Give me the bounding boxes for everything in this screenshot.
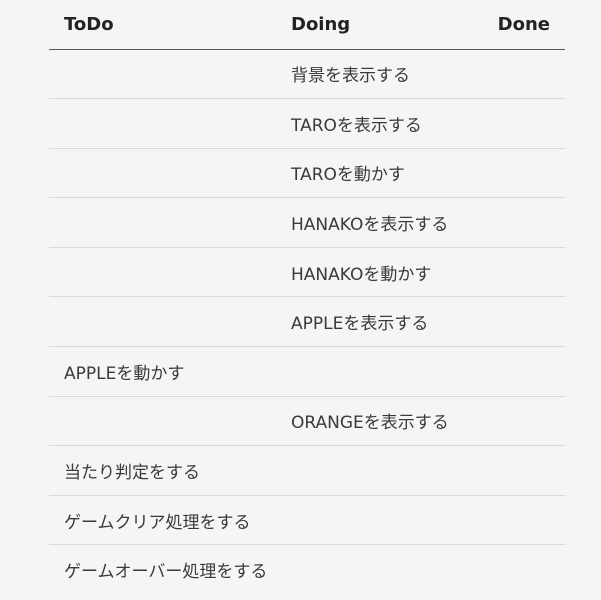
table-body: 背景を表示する TAROを表示する TAROを動かす HANAKOを表示する H xyxy=(49,49,565,595)
header-row: ToDo Doing Done xyxy=(49,0,565,50)
cell-done xyxy=(476,545,565,595)
table-row: HANAKOを表示する xyxy=(49,197,565,248)
column-header-doing: Doing xyxy=(276,0,476,50)
task-table: ToDo Doing Done 背景を表示する TAROを表示する TAROを動… xyxy=(49,0,565,595)
cell-todo xyxy=(49,396,276,447)
task-board: ToDo Doing Done 背景を表示する TAROを表示する TAROを動… xyxy=(49,0,565,595)
cell-doing: APPLEを表示する xyxy=(276,296,476,348)
cell-todo xyxy=(49,247,276,298)
cell-doing: HANAKOを表示する xyxy=(276,197,476,248)
column-header-todo: ToDo xyxy=(49,0,276,50)
table-row: ゲームクリア処理をする xyxy=(49,495,565,546)
table-row: 背景を表示する xyxy=(49,49,565,100)
table-row: TAROを表示する xyxy=(49,98,565,149)
cell-done xyxy=(476,445,565,496)
column-header-done: Done xyxy=(476,0,565,50)
cell-done xyxy=(476,49,565,100)
cell-done xyxy=(476,296,565,348)
table-row: APPLEを表示する xyxy=(49,296,565,348)
cell-done xyxy=(476,148,565,199)
cell-doing: HANAKOを動かす xyxy=(276,247,476,298)
cell-todo: ゲームクリア処理をする xyxy=(49,495,276,546)
table-row: HANAKOを動かす xyxy=(49,247,565,298)
cell-done xyxy=(476,396,565,447)
cell-doing: TAROを表示する xyxy=(276,98,476,149)
cell-done xyxy=(476,247,565,298)
cell-doing xyxy=(276,346,476,397)
cell-todo: ゲームオーバー処理をする xyxy=(64,562,268,583)
cell-doing: ORANGEを表示する xyxy=(276,396,476,447)
cell-todo xyxy=(49,197,276,248)
cell-doing: 背景を表示する xyxy=(276,49,476,100)
table-row: APPLEを動かす xyxy=(49,346,565,397)
table-row: ゲームオーバー処理をする xyxy=(49,545,565,595)
table-row: ORANGEを表示する xyxy=(49,396,565,447)
table-header: ToDo Doing Done xyxy=(49,0,565,50)
table-row: 当たり判定をする xyxy=(49,445,565,496)
cell-todo xyxy=(49,148,276,199)
cell-todo: APPLEを動かす xyxy=(49,346,276,397)
cell-done xyxy=(476,346,565,397)
cell-todo xyxy=(49,296,276,348)
cell-todo xyxy=(49,49,276,100)
cell-done xyxy=(476,197,565,248)
cell-todo: 当たり判定をする xyxy=(49,445,276,496)
cell-doing: TAROを動かす xyxy=(276,148,476,199)
cell-done xyxy=(476,98,565,149)
cell-doing xyxy=(276,545,476,595)
table-row: TAROを動かす xyxy=(49,148,565,199)
cell-todo xyxy=(49,98,276,149)
cell-doing xyxy=(276,445,476,496)
cell-done xyxy=(476,495,565,546)
cell-doing xyxy=(276,495,476,546)
